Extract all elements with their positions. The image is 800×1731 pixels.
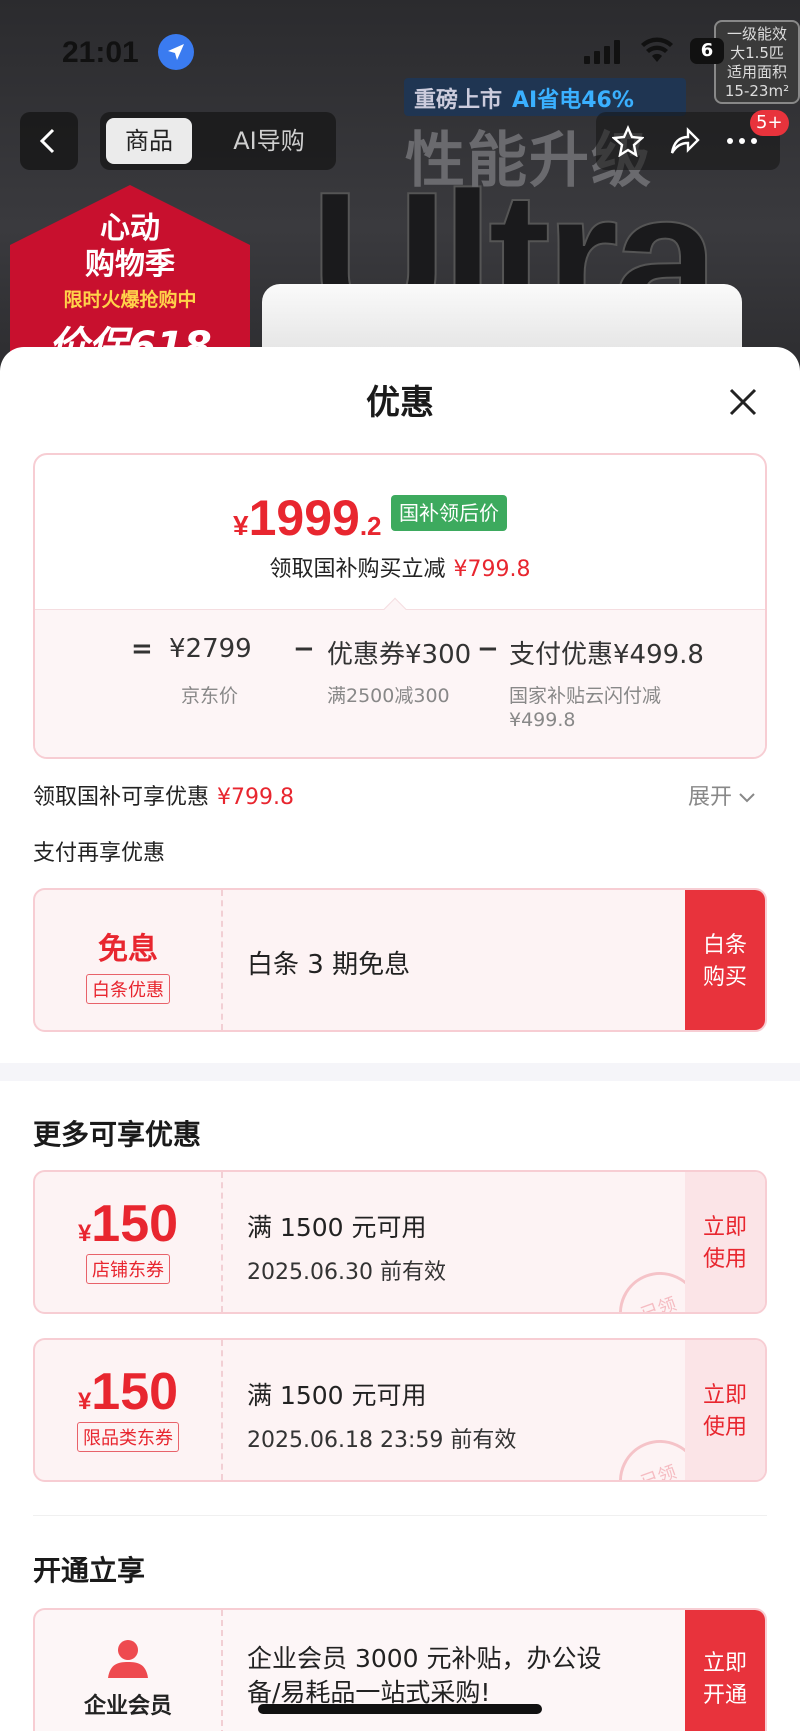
wifi-icon — [641, 37, 673, 62]
pay-again-label: 支付再享优惠 — [33, 841, 166, 866]
battery-indicator: 6 — [690, 38, 724, 64]
status-bar: 21:01 6 — [0, 0, 800, 100]
coupon-type-tag: 店铺东券 — [86, 1254, 170, 1284]
chevron-down-icon — [739, 793, 755, 803]
coupon-validity: 2025.06.18 23:59 前有效 — [247, 1428, 517, 1453]
more-icon[interactable] — [726, 130, 758, 152]
price-decimal: .2 — [359, 511, 382, 541]
membership-name: 企业会员 — [83, 1694, 172, 1719]
coupon-validity: 2025.06.30 前有效 — [247, 1260, 446, 1285]
page-tabs: 商品 AI导购 — [100, 112, 336, 170]
user-icon — [108, 1640, 148, 1678]
status-time: 21:01 — [62, 36, 139, 69]
final-price: ¥1999.2 — [233, 489, 382, 547]
baitiao-buy-button[interactable]: 白条 购买 — [685, 890, 765, 1030]
currency-symbol: ¥ — [77, 1220, 92, 1247]
button-label-line: 开通 — [702, 1683, 747, 1708]
baitiao-offer-card: 免息 白条优惠 白条 3 期免息 白条 购买 — [33, 888, 767, 1032]
interest-free-title: 免息 — [98, 932, 158, 967]
sheet-title: 优惠 — [366, 383, 434, 423]
payment-label: 国家补贴云闪付减 ¥499.8 — [509, 684, 661, 732]
coupon-discount: 优惠券¥300 — [327, 640, 472, 670]
open-membership-title: 开通立享 — [33, 1554, 146, 1587]
promotions-sheet: 优惠 ¥1999.2 国补领后价 领取国补购买立减 ¥799.8 = ¥2799 … — [0, 347, 800, 1731]
tab-product[interactable]: 商品 — [106, 118, 192, 164]
chevron-left-icon — [39, 128, 55, 154]
close-button[interactable] — [718, 377, 768, 427]
tab-ai-guide[interactable]: AI导购 — [208, 118, 330, 164]
subsidy-price-tag: 国补领后价 — [391, 495, 507, 531]
open-membership-button[interactable]: 立即 开通 — [685, 1610, 765, 1731]
coupon-type-tag: 限品类东券 — [77, 1422, 179, 1452]
membership-desc: 企业会员 3000 元补贴，办公设 备/易耗品一站式采购! — [247, 1642, 602, 1710]
coupon-amount: ¥150 — [35, 1194, 221, 1254]
claim-subsidy-line: 领取国补购买立减 ¥799.8 — [35, 551, 765, 583]
jd-price-label: 京东价 — [181, 685, 239, 707]
share-icon[interactable] — [668, 125, 700, 157]
membership-desc-line: 企业会员 3000 元补贴，办公设 — [247, 1644, 602, 1673]
coupon-amount-section: ¥150 店铺东券 — [35, 1172, 223, 1312]
equals-sign: = — [131, 634, 153, 664]
home-indicator[interactable] — [258, 1704, 542, 1714]
divider — [33, 1515, 767, 1516]
coupon-card: ¥150 店铺东券 满 1500 元可用 2025.06.30 前有效 已领 立… — [33, 1170, 767, 1314]
coupon-value: 150 — [91, 1363, 179, 1421]
payment-label-line: 国家补贴云闪付减 — [509, 685, 662, 707]
use-coupon-button[interactable]: 立即 使用 — [685, 1172, 765, 1312]
payment-discount: 支付优惠¥499.8 — [509, 640, 704, 670]
baitiao-offer-left: 免息 白条优惠 — [35, 890, 223, 1030]
minus-sign: − — [293, 634, 315, 664]
currency-symbol: ¥ — [233, 510, 249, 541]
button-label-line: 白条 — [702, 933, 747, 958]
coupon-condition: 满 1500 元可用 — [247, 1213, 427, 1242]
coupon-value: 150 — [91, 1195, 179, 1253]
star-icon[interactable] — [612, 125, 644, 157]
coupon-card: ¥150 限品类东券 满 1500 元可用 2025.06.18 23:59 前… — [33, 1338, 767, 1482]
minus-sign: − — [477, 634, 499, 664]
expand-toggle[interactable]: 展开 — [688, 779, 756, 811]
location-arrow-icon — [158, 34, 194, 70]
coupon-label: 满2500减300 — [327, 685, 450, 707]
close-icon — [729, 388, 757, 416]
cellular-signal-icon — [584, 40, 620, 64]
payment-label-line: ¥499.8 — [509, 709, 576, 731]
price-breakdown-card: ¥1999.2 国补领后价 领取国补购买立减 ¥799.8 = ¥2799 − 优… — [33, 453, 767, 759]
final-price-section: ¥1999.2 国补领后价 领取国补购买立减 ¥799.8 — [35, 455, 765, 609]
price-formula: = ¥2799 − 优惠券¥300 − 支付优惠¥499.8 京东价 满2500… — [35, 609, 765, 757]
currency-symbol: ¥ — [77, 1388, 92, 1415]
claim-amount: ¥799.8 — [453, 557, 531, 582]
button-label-line: 立即 — [702, 1215, 747, 1240]
membership-left: 企业会员 — [35, 1610, 223, 1731]
jd-price: ¥2799 — [169, 634, 252, 664]
promo-line: 限时火爆抢购中 — [63, 289, 197, 311]
section-divider — [0, 1063, 800, 1081]
button-label-line: 立即 — [702, 1651, 747, 1676]
coupon-condition: 满 1500 元可用 — [247, 1381, 427, 1410]
baitiao-desc: 白条 3 期免息 — [247, 950, 411, 980]
subsidy-summary: 领取国补可享优惠 ¥799.8 — [33, 779, 294, 811]
summary-amount: ¥799.8 — [217, 785, 294, 810]
message-badge: 5+ — [750, 110, 789, 136]
claim-text: 领取国补购买立减 — [269, 557, 446, 582]
promo-line: 心动 — [100, 211, 160, 246]
coupon-amount-section: ¥150 限品类东券 — [35, 1340, 223, 1480]
promo-line: 购物季 — [85, 247, 175, 282]
price-integer: 1999 — [248, 490, 360, 546]
button-label-line: 使用 — [702, 1247, 747, 1272]
summary-text: 领取国补可享优惠 — [33, 785, 210, 810]
back-button[interactable] — [20, 112, 78, 170]
use-coupon-button[interactable]: 立即 使用 — [685, 1340, 765, 1480]
expand-label: 展开 — [688, 785, 733, 810]
button-label-line: 使用 — [702, 1415, 747, 1440]
button-label-line: 购买 — [702, 965, 747, 990]
coupon-amount: ¥150 — [35, 1362, 221, 1422]
baitiao-tag: 白条优惠 — [86, 974, 170, 1004]
more-offers-title: 更多可享优惠 — [33, 1118, 202, 1151]
button-label-line: 立即 — [702, 1383, 747, 1408]
